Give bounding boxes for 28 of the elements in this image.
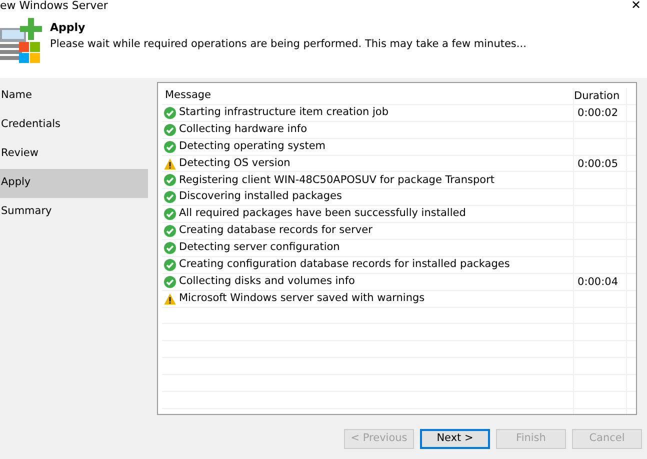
message-text: Creating configuration database records for installed packages [179,256,510,272]
page-description: Please wait while required operations are being performed. This may take a few minutes... [50,36,526,52]
column-header: Message [165,88,212,104]
message-text: Detecting OS version [179,156,290,171]
message-text: Discovering installed packages [179,189,342,204]
server-windows-plus-drawing [0,18,44,66]
duration-text: 0:00:04 [578,276,618,288]
sidebar-item[interactable]: Credentials [0,111,148,140]
message-text: Registering client WIN-48C50APOSUV for package Transport [179,172,495,188]
page-title: Apply [50,20,86,36]
message-text: All required packages have been successfully installed [179,206,466,222]
window-title: ew Windows Server [0,0,108,12]
message-text: Collecting disks and volumes info [179,274,355,289]
column-header: Duration [574,90,620,102]
message-text: Creating database records for server [179,223,372,238]
sidebar-item[interactable]: Summary [0,198,148,227]
sidebar-item[interactable]: Name [0,82,148,111]
sidebar-item[interactable]: Review [0,140,148,169]
message-text: Starting infrastructure item creation job [179,104,389,120]
sidebar-item[interactable]: Apply [0,169,148,198]
message-text: Microsoft Windows server saved with warnings [179,290,425,306]
message-text: Detecting operating system [179,138,326,154]
duration-text: 0:00:02 [578,106,618,119]
message-text: Detecting server configuration [179,240,340,256]
message-text: Collecting hardware info [179,122,307,137]
duration-text: 0:00:05 [578,158,618,170]
close-button[interactable]: ✕ [626,0,645,14]
wizard-button[interactable]: Next > [420,429,490,449]
